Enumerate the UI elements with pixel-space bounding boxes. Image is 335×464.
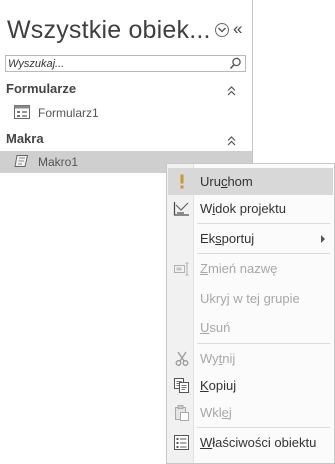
menu-item-label: Uruchom — [200, 174, 253, 189]
nav-title[interactable]: Wszystkie obiek... — [7, 16, 211, 45]
menu-item-hide-in-group[interactable]: Ukryj w tej grupie — [168, 285, 333, 312]
paste-icon — [173, 404, 190, 421]
collapse-group-icon[interactable] — [227, 133, 236, 151]
menu-item-label: Kopiuj — [200, 378, 237, 393]
menu-item-copy[interactable]: Kopiuj — [168, 372, 333, 399]
menu-separator — [197, 427, 330, 428]
menu-item-properties[interactable]: Właściwości obiektu — [168, 429, 333, 456]
group-label: Makra — [6, 131, 44, 146]
menu-separator — [197, 343, 330, 344]
menu-item-export[interactable]: Eksportuj — [168, 225, 333, 252]
design-view-icon — [173, 200, 190, 217]
menu-item-rename[interactable]: Zmień nazwę — [168, 255, 333, 282]
search-box[interactable] — [5, 55, 246, 72]
menu-item-label: Wytnij — [200, 351, 236, 366]
group-header-macros[interactable]: Makra — [6, 131, 246, 149]
submenu-arrow-icon — [321, 235, 325, 243]
context-menu: Uruchom Widok projektu Eksportuj Zmień n… — [166, 163, 335, 464]
properties-icon — [173, 434, 190, 451]
menu-item-label: Widok projektu — [200, 201, 286, 216]
menu-item-label: Usuń — [200, 320, 231, 335]
list-item-form1[interactable]: Formularz1 — [0, 102, 252, 124]
menu-item-label: Ukryj w tej grupie — [200, 291, 300, 306]
list-item-label: Formularz1 — [38, 106, 99, 120]
form-icon — [14, 105, 30, 124]
group-label: Formularze — [6, 81, 77, 96]
list-item-label: Makro1 — [38, 155, 79, 169]
nav-header[interactable]: Wszystkie obiek... « — [0, 0, 252, 50]
chevron-down-icon[interactable] — [215, 23, 229, 37]
menu-separator — [197, 253, 330, 254]
cut-icon — [173, 350, 190, 367]
menu-item-label: Wklej — [200, 405, 232, 420]
rename-icon — [173, 260, 190, 277]
collapse-group-icon[interactable] — [227, 83, 236, 101]
run-icon — [173, 173, 190, 190]
collapse-pane-icon[interactable]: « — [233, 20, 242, 38]
copy-icon — [173, 377, 190, 394]
macro-icon — [14, 154, 30, 173]
menu-item-label: Właściwości obiektu — [200, 435, 317, 450]
menu-item-label: Eksportuj — [200, 231, 255, 246]
menu-item-run[interactable]: Uruchom — [168, 168, 333, 195]
menu-item-cut[interactable]: Wytnij — [168, 345, 333, 372]
menu-item-design-view[interactable]: Widok projektu — [168, 195, 333, 222]
menu-item-label: Zmień nazwę — [200, 261, 278, 276]
search-input[interactable] — [8, 56, 218, 71]
menu-item-paste[interactable]: Wklej — [168, 399, 333, 426]
menu-item-delete[interactable]: Usuń — [168, 314, 333, 341]
search-icon[interactable] — [229, 57, 242, 75]
menu-separator — [197, 223, 330, 224]
group-header-forms[interactable]: Formularze — [6, 81, 246, 99]
